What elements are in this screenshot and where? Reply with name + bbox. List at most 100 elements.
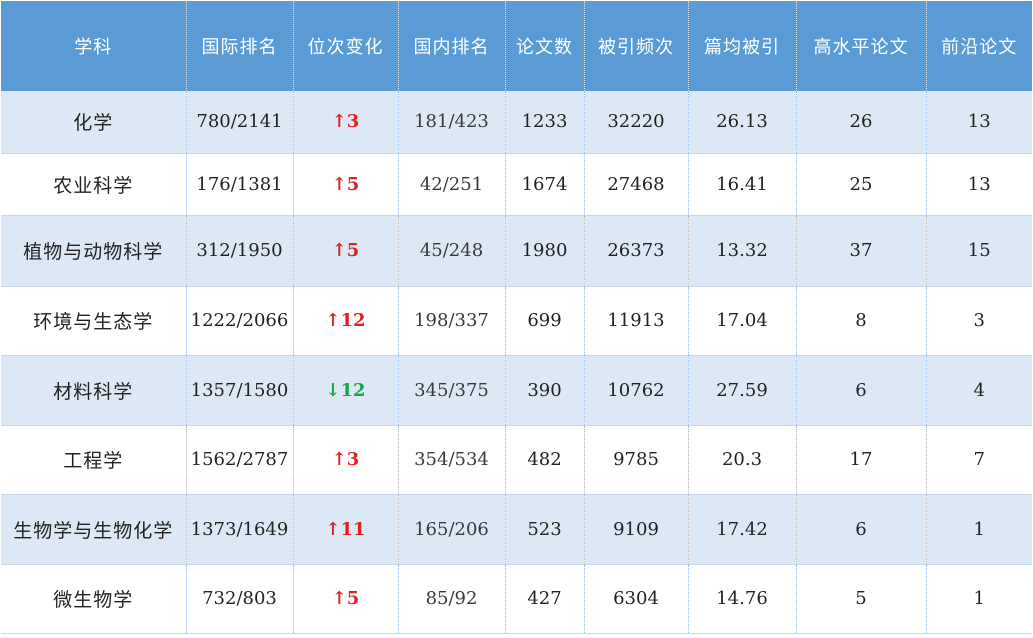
rank-change-cell: ↑3: [293, 91, 399, 154]
subject-cell: 工程学: [1, 425, 187, 495]
subject-cell: 化学: [1, 91, 187, 154]
domestic-rank-cell: 354/534: [398, 425, 506, 495]
citations-cell: 32220: [584, 91, 689, 154]
header-domestic-rank: 国内排名: [398, 1, 506, 91]
high-level-papers-cell: 26: [796, 91, 927, 154]
avg-citations-cell: 20.3: [688, 425, 797, 495]
papers-cell: 699: [505, 286, 585, 356]
table-row: 生物学与生物化学 1373/1649 ↑11 165/206 523 9109 …: [1, 494, 1032, 565]
papers-cell: 523: [505, 494, 585, 565]
avg-citations-cell: 17.42: [688, 494, 797, 565]
citations-cell: 27468: [584, 153, 689, 216]
rank-change-cell: ↑3: [293, 425, 399, 495]
table-row: 农业科学 176/1381 ↑5 42/251 1674 27468 16.41…: [1, 153, 1032, 216]
domestic-rank-cell: 42/251: [398, 153, 506, 216]
arrow-up-icon: ↑: [331, 111, 347, 133]
frontier-papers-cell: 3: [926, 286, 1032, 356]
table-body: 化学 780/2141 ↑3 181/423 1233 32220 26.13 …: [1, 91, 1032, 634]
papers-cell: 1674: [505, 153, 585, 216]
rank-change-value: 5: [346, 588, 360, 609]
subject-cell: 生物学与生物化学: [1, 494, 187, 565]
rank-change-cell: ↑5: [293, 564, 399, 634]
frontier-papers-cell: 1: [926, 564, 1032, 634]
rank-change-cell: ↑11: [293, 494, 399, 565]
intl-rank-cell: 732/803: [186, 564, 294, 634]
rank-change-value: 12: [340, 379, 366, 401]
high-level-papers-cell: 8: [796, 286, 927, 356]
high-level-papers-cell: 5: [796, 564, 927, 634]
rank-change-cell: ↑12: [293, 286, 399, 356]
rank-change-cell: ↓12: [293, 355, 399, 426]
avg-citations-cell: 13.32: [688, 215, 797, 287]
high-level-papers-cell: 37: [796, 215, 927, 287]
domestic-rank-cell: 181/423: [398, 91, 506, 154]
arrow-up-icon: ↑: [331, 240, 347, 261]
high-level-papers-cell: 6: [796, 355, 927, 426]
frontier-papers-cell: 13: [926, 91, 1032, 154]
subject-ranking-table: 学科 国际排名 位次变化 国内排名 论文数 被引频次 篇均被引 高水平论文 前沿…: [1, 1, 1032, 634]
arrow-down-icon: ↓: [325, 379, 341, 401]
papers-cell: 1233: [505, 91, 585, 154]
rank-change-value: 11: [340, 518, 366, 540]
citations-cell: 6304: [584, 564, 689, 634]
subject-cell: 微生物学: [1, 564, 187, 634]
citations-cell: 9109: [584, 494, 689, 565]
subject-cell: 材料科学: [1, 355, 187, 426]
frontier-papers-cell: 7: [926, 425, 1032, 495]
header-row: 学科 国际排名 位次变化 国内排名 论文数 被引频次 篇均被引 高水平论文 前沿…: [1, 1, 1032, 91]
avg-citations-cell: 14.76: [688, 564, 797, 634]
subject-cell: 农业科学: [1, 153, 187, 216]
intl-rank-cell: 312/1950: [186, 215, 294, 287]
frontier-papers-cell: 4: [926, 355, 1032, 426]
rank-change-cell: ↑5: [293, 153, 399, 216]
intl-rank-cell: 176/1381: [186, 153, 294, 216]
header-rank-change: 位次变化: [293, 1, 399, 91]
arrow-up-icon: ↑: [331, 449, 347, 470]
domestic-rank-cell: 85/92: [398, 564, 506, 634]
frontier-papers-cell: 1: [926, 494, 1032, 565]
intl-rank-cell: 1222/2066: [186, 286, 294, 356]
rank-change-value: 3: [346, 111, 360, 133]
high-level-papers-cell: 25: [796, 153, 927, 216]
high-level-papers-cell: 17: [796, 425, 927, 495]
rank-change-value: 5: [346, 240, 360, 261]
intl-rank-cell: 780/2141: [186, 91, 294, 154]
papers-cell: 482: [505, 425, 585, 495]
rank-change-value: 5: [346, 173, 360, 195]
papers-cell: 427: [505, 564, 585, 634]
arrow-up-icon: ↑: [325, 518, 341, 540]
citations-cell: 11913: [584, 286, 689, 356]
citations-cell: 9785: [584, 425, 689, 495]
arrow-up-icon: ↑: [331, 173, 347, 195]
avg-citations-cell: 26.13: [688, 91, 797, 154]
citations-cell: 10762: [584, 355, 689, 426]
header-avg-citations: 篇均被引: [688, 1, 797, 91]
domestic-rank-cell: 345/375: [398, 355, 506, 426]
header-intl-rank: 国际排名: [186, 1, 294, 91]
table-row: 植物与动物科学 312/1950 ↑5 45/248 1980 26373 13…: [1, 215, 1032, 287]
subject-cell: 植物与动物科学: [1, 215, 187, 287]
header-high-level-papers: 高水平论文: [796, 1, 927, 91]
citations-cell: 26373: [584, 215, 689, 287]
arrow-up-icon: ↑: [331, 588, 347, 609]
table-row: 材料科学 1357/1580 ↓12 345/375 390 10762 27.…: [1, 355, 1032, 426]
rank-change-value: 3: [346, 449, 360, 470]
avg-citations-cell: 16.41: [688, 153, 797, 216]
table-header: 学科 国际排名 位次变化 国内排名 论文数 被引频次 篇均被引 高水平论文 前沿…: [1, 1, 1032, 91]
rank-change-value: 12: [340, 310, 366, 331]
domestic-rank-cell: 165/206: [398, 494, 506, 565]
avg-citations-cell: 27.59: [688, 355, 797, 426]
intl-rank-cell: 1562/2787: [186, 425, 294, 495]
header-frontier-papers: 前沿论文: [926, 1, 1032, 91]
papers-cell: 390: [505, 355, 585, 426]
header-citations: 被引频次: [584, 1, 689, 91]
frontier-papers-cell: 15: [926, 215, 1032, 287]
header-subject: 学科: [1, 1, 187, 91]
subject-cell: 环境与生态学: [1, 286, 187, 356]
domestic-rank-cell: 198/337: [398, 286, 506, 356]
domestic-rank-cell: 45/248: [398, 215, 506, 287]
frontier-papers-cell: 13: [926, 153, 1032, 216]
rank-change-cell: ↑5: [293, 215, 399, 287]
papers-cell: 1980: [505, 215, 585, 287]
table-row: 工程学 1562/2787 ↑3 354/534 482 9785 20.3 1…: [1, 425, 1032, 495]
